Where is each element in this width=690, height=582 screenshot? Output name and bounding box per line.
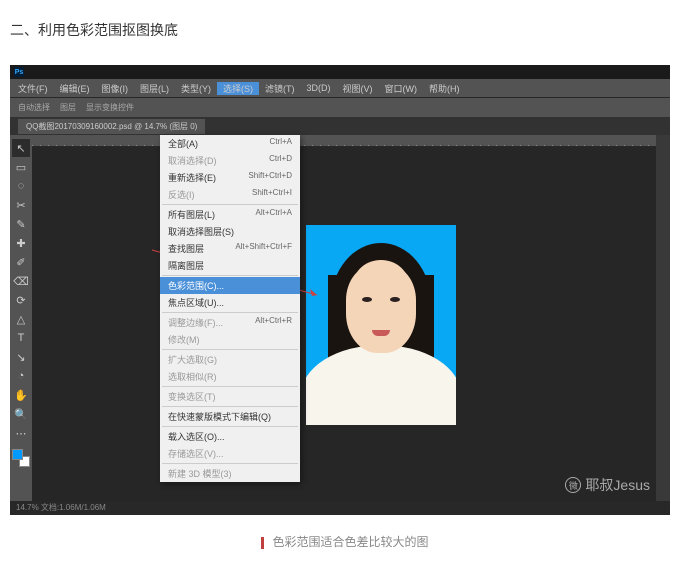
watermark-text: 耶叔Jesus [585,475,650,495]
panel-dock[interactable] [656,135,670,515]
menu-10[interactable]: 帮助(H) [423,82,466,95]
tool-14[interactable]: 🔍 [12,405,30,423]
menu-item-1: 取消选择(D)Ctrl+D [160,152,300,169]
photoshop-logo-icon: Ps [14,67,24,77]
photoshop-window: Ps 文件(F)编辑(E)图像(I)图层(L)类型(Y)选择(S)滤镜(T)3D… [10,65,670,515]
menu-7[interactable]: 3D(D) [301,83,337,93]
menu-item-8[interactable]: 隔离图层 [160,257,300,274]
section-title: 二、利用色彩范围抠图换底 [10,20,680,40]
menu-item-17: 选取相似(R) [160,368,300,385]
menu-5[interactable]: 选择(S) [217,82,259,95]
menu-item-19: 变换选区(T) [160,388,300,405]
tool-12[interactable]: ◔ [12,367,30,385]
menu-item-13: 调整边缘(F)...Alt+Ctrl+R [160,314,300,331]
image-caption: 色彩范围适合色差比较大的图 [10,533,680,550]
menu-item-23[interactable]: 载入选区(O)... [160,428,300,445]
document-tab-bar: QQ截图20170309160002.psd @ 14.7% (图层 0) [10,117,670,135]
menu-4[interactable]: 类型(Y) [175,82,217,95]
canvas-area[interactable]: 全部(A)Ctrl+A取消选择(D)Ctrl+D重新选择(E)Shift+Ctr… [32,135,670,515]
tool-9[interactable]: △ [12,310,30,328]
weibo-icon: 微 [565,477,581,493]
menu-2[interactable]: 图像(I) [96,82,135,95]
tool-3[interactable]: ✂ [12,196,30,214]
tool-5[interactable]: ✚ [12,234,30,252]
tool-0[interactable]: ↖ [12,139,30,157]
menu-item-16: 扩大选取(G) [160,351,300,368]
menu-1[interactable]: 编辑(E) [54,82,96,95]
menu-9[interactable]: 窗口(W) [379,82,424,95]
color-swatches[interactable] [12,449,30,467]
menu-item-10[interactable]: 色彩范围(C)... [160,277,300,294]
tool-8[interactable]: ⟳ [12,291,30,309]
tool-6[interactable]: ✐ [12,253,30,271]
document-tab[interactable]: QQ截图20170309160002.psd @ 14.7% (图层 0) [18,119,205,134]
menu-item-24: 存储选区(V)... [160,445,300,462]
menu-item-21[interactable]: 在快速蒙版模式下编辑(Q) [160,408,300,425]
menubar: 文件(F)编辑(E)图像(I)图层(L)类型(Y)选择(S)滤镜(T)3D(D)… [10,79,670,97]
menu-item-26: 新建 3D 模型(3) [160,465,300,482]
auto-select-label[interactable]: 自动选择 [18,102,50,113]
menu-0[interactable]: 文件(F) [12,82,54,95]
menu-item-6[interactable]: 取消选择图层(S) [160,223,300,240]
titlebar: Ps [10,65,670,79]
menu-item-0[interactable]: 全部(A)Ctrl+A [160,135,300,152]
menu-item-3: 反选(I)Shift+Ctrl+I [160,186,300,203]
options-bar: 自动选择 图层 显示变换控件 [10,97,670,117]
tool-7[interactable]: ⌫ [12,272,30,290]
status-bar: 14.7% 文档:1.06M/1.06M [10,501,670,515]
menu-item-7[interactable]: 查找图层Alt+Shift+Ctrl+F [160,240,300,257]
tool-2[interactable]: ◌ [12,177,30,195]
tool-4[interactable]: ✎ [12,215,30,233]
select-menu-dropdown: 全部(A)Ctrl+A取消选择(D)Ctrl+D重新选择(E)Shift+Ctr… [160,135,300,482]
tool-10[interactable]: T [12,329,30,347]
watermark: 微 耶叔Jesus [565,475,650,495]
menu-item-2[interactable]: 重新选择(E)Shift+Ctrl+D [160,169,300,186]
menu-item-11[interactable]: 焦点区域(U)... [160,294,300,311]
menu-8[interactable]: 视图(V) [337,82,379,95]
portrait-photo[interactable] [306,225,456,425]
menu-item-5[interactable]: 所有图层(L)Alt+Ctrl+A [160,206,300,223]
menu-6[interactable]: 滤镜(T) [259,82,301,95]
menu-3[interactable]: 图层(L) [134,82,175,95]
tool-15[interactable]: ⋯ [12,424,30,442]
tool-11[interactable]: ↘ [12,348,30,366]
tool-1[interactable]: ▭ [12,158,30,176]
menu-item-14: 修改(M) [160,331,300,348]
layer-selector[interactable]: 图层 [60,102,76,113]
tool-palette: ↖▭◌✂✎✚✐⌫⟳△T↘◔✋🔍⋯ [10,135,32,515]
show-transform-checkbox[interactable]: 显示变换控件 [86,102,134,113]
tool-13[interactable]: ✋ [12,386,30,404]
ruler-horizontal [32,135,670,147]
